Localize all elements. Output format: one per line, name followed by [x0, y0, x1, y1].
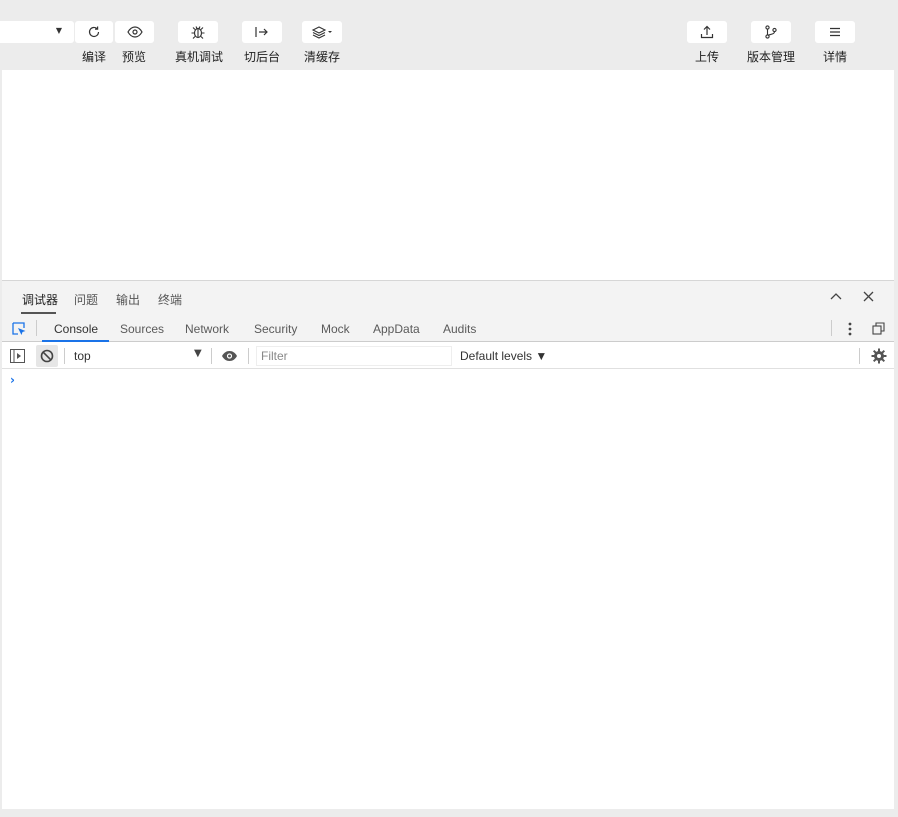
compile-mode-select[interactable]: ▼ [0, 21, 74, 43]
tab-security[interactable]: Security [254, 322, 297, 336]
branch-icon [765, 25, 777, 39]
block-icon [40, 349, 54, 363]
log-levels-select[interactable]: Default levels ▼ [460, 349, 547, 363]
close-icon[interactable] [863, 291, 874, 302]
chevron-up-icon[interactable] [830, 291, 842, 303]
simulator-view[interactable] [2, 70, 894, 280]
tab-appdata[interactable]: AppData [373, 322, 420, 336]
tab-network[interactable]: Network [185, 322, 229, 336]
top-toolbar: ▼ 编译 预览 真机调试 切后台 清缓存 上传 版本管理 详情 [0, 0, 898, 70]
remote-debug-label: 真机调试 [175, 50, 224, 64]
separator [64, 348, 65, 364]
separator [859, 348, 860, 364]
status-bar [0, 809, 898, 817]
eye-icon [126, 26, 143, 38]
details-label: 详情 [823, 50, 848, 64]
separator [211, 348, 212, 364]
background-button[interactable] [242, 21, 282, 43]
tab-output[interactable]: 输出 [116, 291, 140, 308]
bug-icon [191, 26, 205, 39]
devtools-panel: 调试器 问题 输出 终端 Console Sources Network Sec… [2, 280, 894, 809]
remote-debug-button[interactable] [178, 21, 218, 43]
clear-cache-label: 清缓存 [304, 50, 341, 64]
clear-console-button[interactable] [36, 345, 58, 367]
tab-sources[interactable]: Sources [120, 322, 164, 336]
compile-label: 编译 [82, 50, 107, 64]
inspect-element-icon[interactable] [11, 321, 27, 337]
tab-console[interactable]: Console [54, 322, 98, 336]
devtools-tabbar: Console Sources Network Security Mock Ap… [2, 315, 894, 342]
sidebar-toggle-icon[interactable] [10, 349, 25, 363]
separator [248, 348, 249, 364]
gear-icon[interactable] [871, 348, 887, 364]
filter-input[interactable] [256, 346, 452, 366]
console-toolbar: top ▼ Default levels ▼ [2, 343, 894, 369]
refresh-icon [88, 26, 100, 38]
tab-debugger[interactable]: 调试器 [22, 291, 58, 308]
background-label: 切后台 [244, 50, 281, 64]
clear-cache-button[interactable] [302, 21, 342, 43]
panel-tabbar: 调试器 问题 输出 终端 [2, 281, 894, 315]
preview-label: 预览 [122, 50, 147, 64]
tab-audits[interactable]: Audits [443, 322, 476, 336]
version-label: 版本管理 [747, 50, 796, 64]
menu-icon [830, 27, 840, 37]
details-button[interactable] [815, 21, 855, 43]
separator [831, 320, 832, 336]
window-edge [894, 70, 898, 809]
switch-background-icon [255, 27, 268, 37]
active-tab-indicator [21, 312, 56, 314]
more-vertical-icon[interactable] [848, 322, 852, 336]
eye-icon[interactable] [221, 350, 238, 362]
separator [36, 320, 37, 336]
upload-button[interactable] [687, 21, 727, 43]
context-select[interactable]: top [74, 349, 91, 363]
layers-icon [311, 26, 332, 39]
chevron-down-icon: ▼ [55, 26, 62, 35]
chevron-down-icon[interactable]: ▼ [194, 348, 202, 359]
version-button[interactable] [751, 21, 791, 43]
tab-mock[interactable]: Mock [321, 322, 350, 336]
tab-terminal[interactable]: 终端 [158, 291, 182, 308]
tab-problems[interactable]: 问题 [74, 291, 98, 308]
active-tab-indicator [42, 340, 109, 342]
upload-icon [700, 25, 714, 39]
log-levels-label: Default levels [460, 349, 533, 363]
preview-button[interactable] [115, 21, 154, 43]
console-prompt[interactable]: › [10, 373, 15, 387]
undock-icon[interactable] [872, 322, 885, 335]
upload-label: 上传 [695, 50, 720, 64]
compile-button[interactable] [75, 21, 113, 43]
